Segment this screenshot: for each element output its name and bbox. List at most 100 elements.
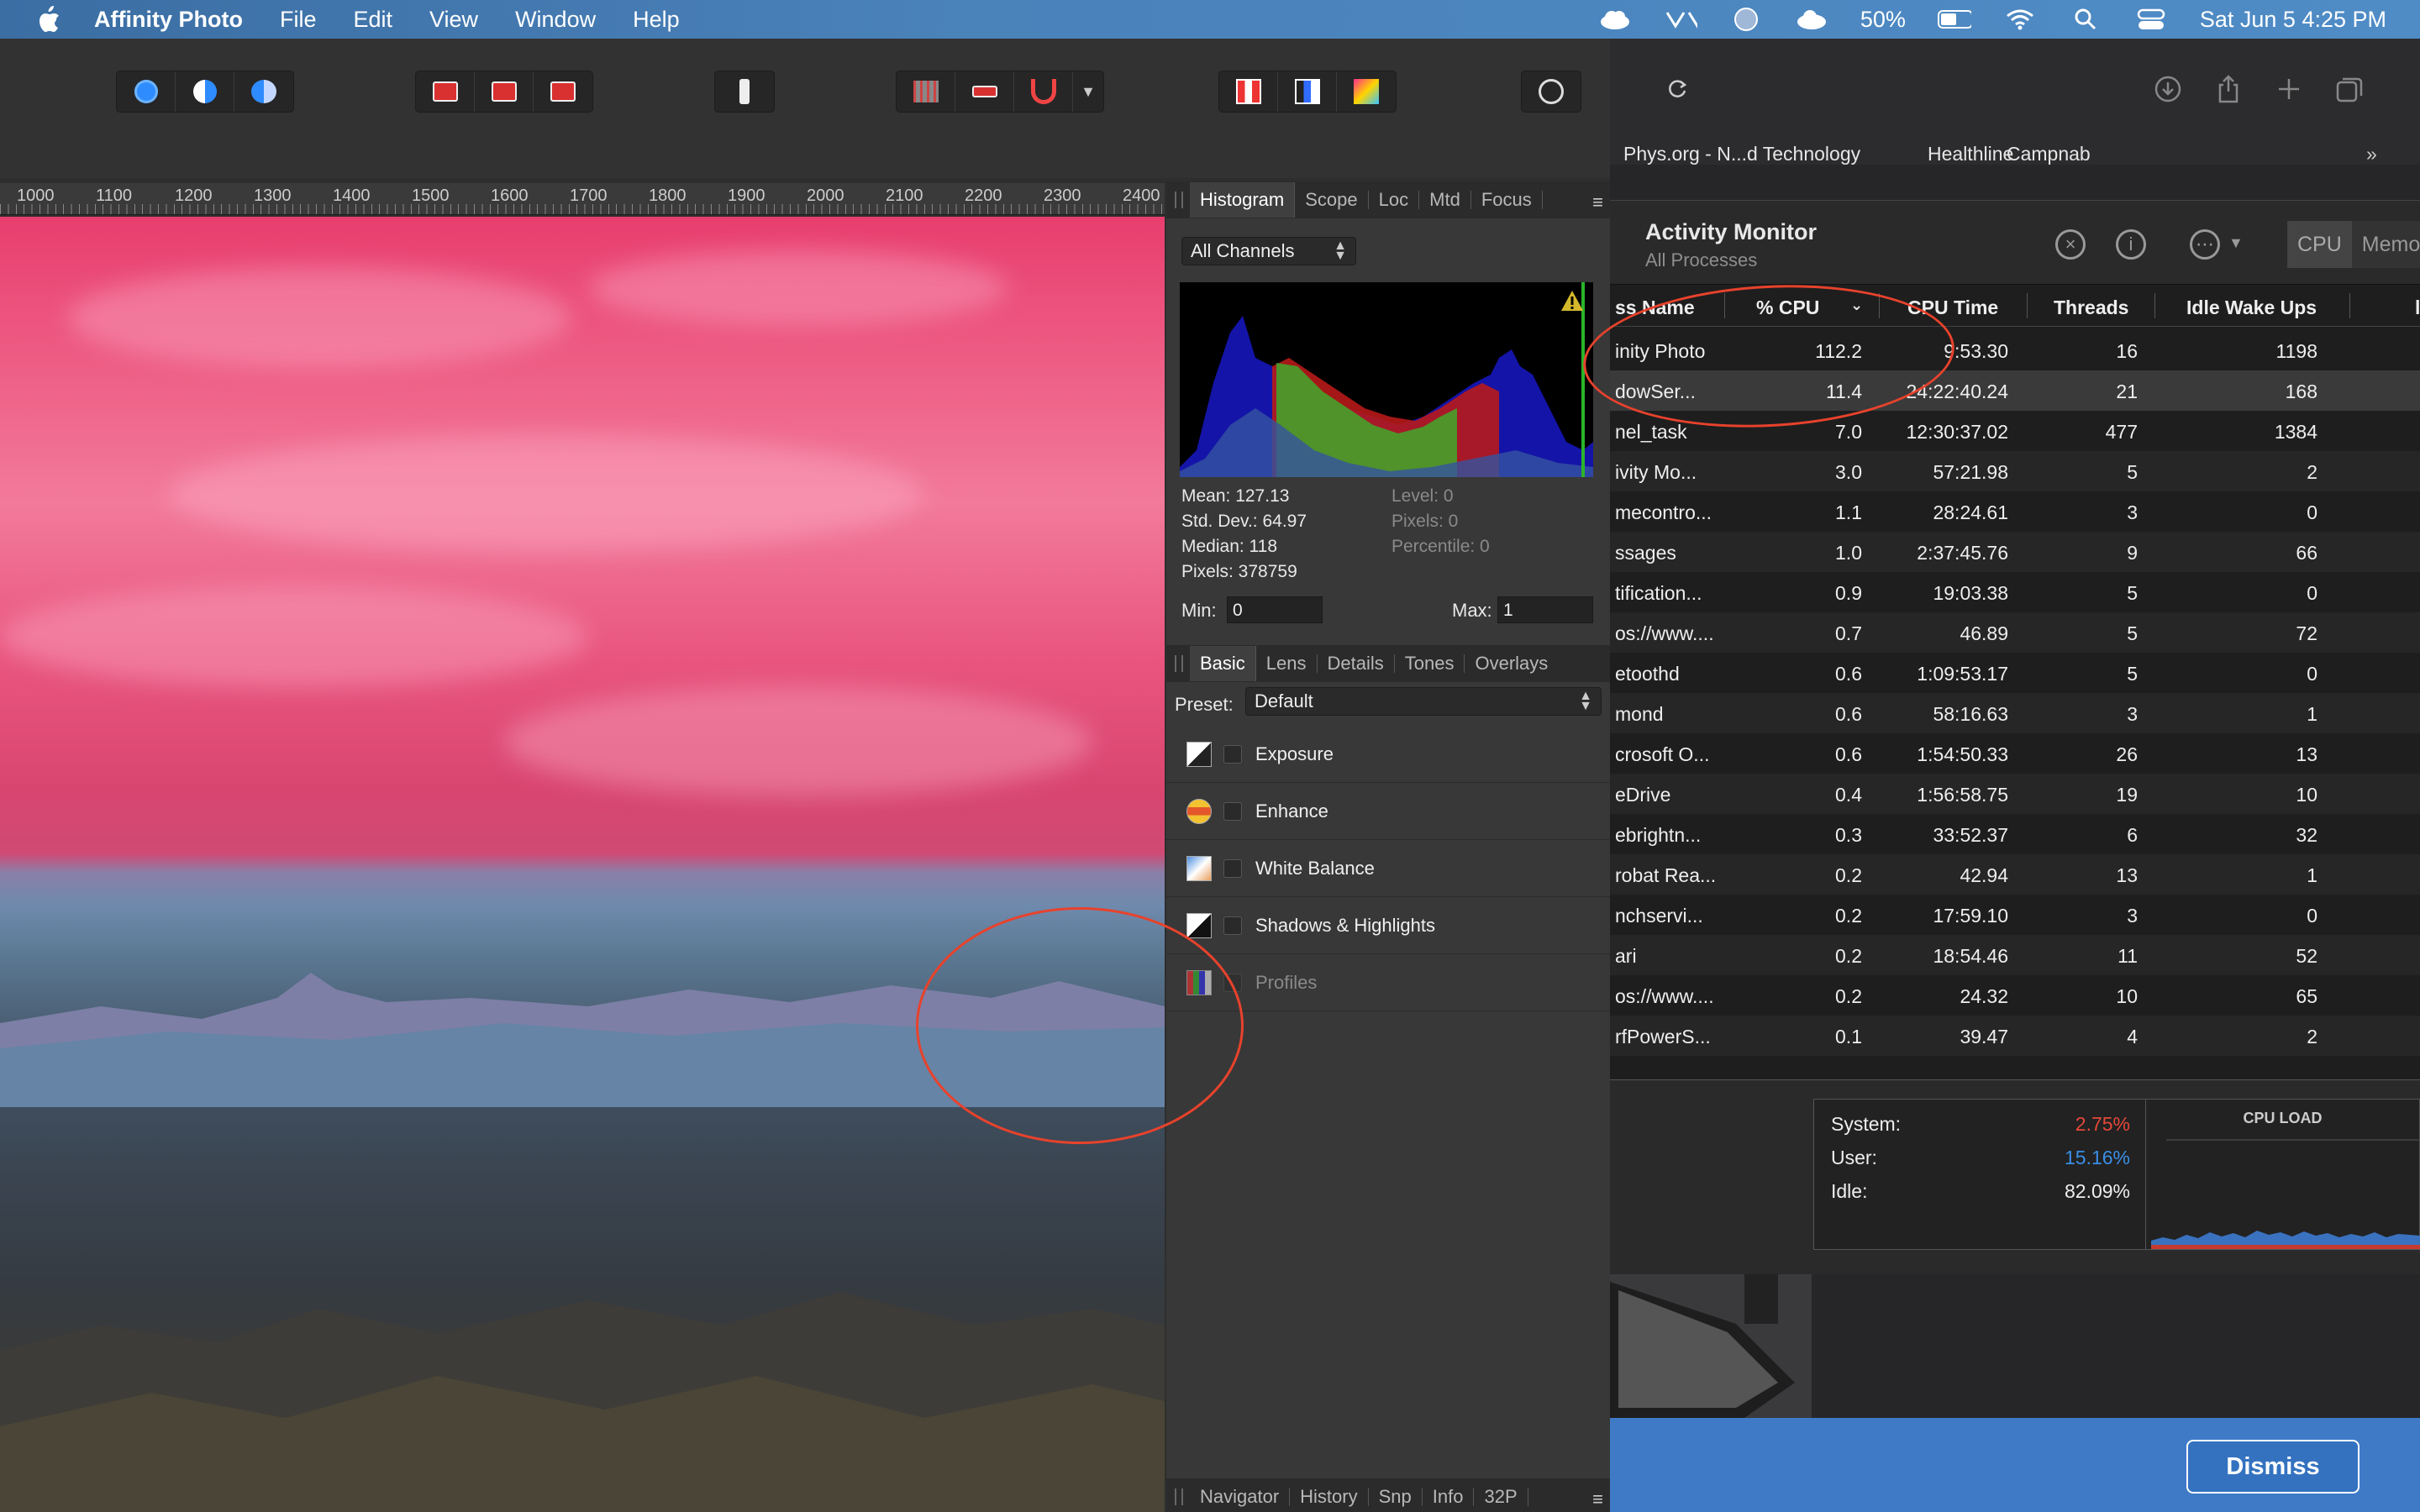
- menu-view[interactable]: View: [429, 7, 478, 33]
- download-icon[interactable]: [2151, 72, 2185, 106]
- align-button[interactable]: [955, 71, 1014, 112]
- battery-icon[interactable]: [1937, 7, 1971, 32]
- photo-canvas[interactable]: [0, 217, 1165, 1512]
- tab-info[interactable]: Info: [1423, 1488, 1475, 1506]
- column-idle-wake-ups[interactable]: Idle Wake Ups: [2186, 297, 2317, 319]
- tab-32p[interactable]: 32P: [1474, 1488, 1528, 1506]
- grid-button[interactable]: [897, 71, 955, 112]
- min-input[interactable]: 0: [1227, 596, 1323, 623]
- mirror-view-button[interactable]: [234, 71, 293, 112]
- develop-persona-button[interactable]: [1278, 71, 1337, 112]
- apple-icon[interactable]: [34, 3, 64, 36]
- panel-grip-icon[interactable]: [1175, 1488, 1183, 1505]
- cloud-sync-icon[interactable]: [1795, 7, 1828, 32]
- snapping-button[interactable]: [1014, 71, 1073, 112]
- column-more[interactable]: l: [2415, 297, 2420, 319]
- panel-grip-icon[interactable]: [1175, 655, 1183, 672]
- table-row[interactable]: ssages 1.0 2:37:45.76 9 66: [1610, 532, 2420, 572]
- adjustment-shadows-highlights[interactable]: Shadows & Highlights: [1166, 897, 1610, 954]
- table-row[interactable]: tification... 0.9 19:03.38 5 0: [1610, 572, 2420, 612]
- channel-select[interactable]: All Channels ▲ ▼: [1181, 237, 1356, 265]
- table-row[interactable]: rfPowerS... 0.1 39.47 4 2: [1610, 1016, 2420, 1056]
- adjustment-enhance[interactable]: Enhance: [1166, 783, 1610, 840]
- exposure-checkbox[interactable]: [1223, 744, 1242, 764]
- panel-menu-icon[interactable]: ≡: [1592, 192, 1603, 213]
- new-tab-icon[interactable]: [2272, 72, 2306, 106]
- pen-tool-button[interactable]: [715, 71, 774, 112]
- tab-basic[interactable]: Basic: [1190, 646, 1256, 681]
- table-row[interactable]: mond 0.6 58:16.63 3 1: [1610, 693, 2420, 733]
- table-row[interactable]: ivity Mo... 3.0 57:21.98 5 2: [1610, 451, 2420, 491]
- enhance-checkbox[interactable]: [1223, 801, 1242, 821]
- tab-memory[interactable]: Memo: [2351, 221, 2420, 268]
- shadows-highlights-checkbox[interactable]: [1223, 916, 1242, 935]
- tab-overlays[interactable]: Overlays: [1465, 654, 1558, 673]
- adjustment-white-balance[interactable]: White Balance: [1166, 840, 1610, 897]
- menu-window[interactable]: Window: [515, 7, 596, 33]
- white-balance-checkbox[interactable]: [1223, 858, 1242, 878]
- max-input[interactable]: 1: [1497, 596, 1593, 623]
- control-center-icon[interactable]: [2134, 7, 2168, 32]
- tab-navigator[interactable]: Navigator: [1190, 1488, 1291, 1506]
- glasses-icon[interactable]: [1664, 7, 1697, 32]
- app-menu[interactable]: Affinity Photo: [94, 7, 243, 33]
- table-row[interactable]: eDrive 0.4 1:56:58.75 19 10: [1610, 774, 2420, 814]
- table-row[interactable]: mecontro... 1.1 28:24.61 3 0: [1610, 491, 2420, 532]
- split-view-button[interactable]: [176, 71, 234, 112]
- tab-overview-icon[interactable]: [2333, 72, 2366, 106]
- tab-focus[interactable]: Focus: [1471, 191, 1543, 209]
- menu-edit[interactable]: Edit: [353, 7, 392, 33]
- table-row[interactable]: os://www.... 0.7 46.89 5 72: [1610, 612, 2420, 653]
- table-row[interactable]: ebrightn... 0.3 33:52.37 6 32: [1610, 814, 2420, 854]
- export-button[interactable]: [416, 71, 475, 112]
- tab-tones[interactable]: Tones: [1395, 654, 1465, 673]
- tab-scope[interactable]: Scope: [1295, 191, 1369, 209]
- photo-persona-button[interactable]: [1219, 71, 1278, 112]
- cell-threads: 5: [2127, 663, 2138, 685]
- table-row[interactable]: nchservi... 0.2 17:59.10 3 0: [1610, 895, 2420, 935]
- dismiss-button[interactable]: Dismiss: [2186, 1440, 2360, 1494]
- more-options-icon[interactable]: ⋯: [2190, 229, 2220, 260]
- cloud-icon[interactable]: [1598, 7, 1632, 32]
- tone-map-persona-button[interactable]: [1337, 71, 1396, 112]
- favorite-link[interactable]: Campnab: [2007, 143, 2091, 165]
- table-row[interactable]: os://www.... 0.2 24.32 10 65: [1610, 975, 2420, 1016]
- table-row[interactable]: etoothd 0.6 1:09:53.17 5 0: [1610, 653, 2420, 693]
- clock[interactable]: Sat Jun 5 4:25 PM: [2200, 7, 2386, 33]
- warning-icon[interactable]: [1560, 289, 1585, 312]
- adjustment-exposure[interactable]: Exposure: [1166, 726, 1610, 783]
- tab-cpu[interactable]: CPU: [2287, 221, 2352, 268]
- chevron-down-icon[interactable]: ▼: [2228, 234, 2244, 252]
- import-button[interactable]: [475, 71, 534, 112]
- tab-history[interactable]: History: [1290, 1488, 1369, 1506]
- panel-grip-icon[interactable]: [1175, 192, 1183, 208]
- tab-histogram[interactable]: Histogram: [1190, 182, 1296, 218]
- single-view-button[interactable]: [117, 71, 176, 112]
- favorite-link[interactable]: Healthline: [1928, 143, 2013, 165]
- menu-file[interactable]: File: [280, 7, 317, 33]
- table-row[interactable]: robat Rea... 0.2 42.94 13 1: [1610, 854, 2420, 895]
- favorite-link[interactable]: Phys.org - N...d Technology: [1623, 143, 1860, 165]
- table-row[interactable]: ari 0.2 18:54.46 11 52: [1610, 935, 2420, 975]
- tab-details[interactable]: Details: [1318, 654, 1395, 673]
- menu-help[interactable]: Help: [633, 7, 680, 33]
- tab-lens[interactable]: Lens: [1256, 654, 1318, 673]
- chevron-right-icon[interactable]: »: [2366, 143, 2377, 165]
- table-row[interactable]: crosoft O... 0.6 1:54:50.33 26 13: [1610, 733, 2420, 774]
- panel-menu-icon[interactable]: ≡: [1592, 1488, 1603, 1510]
- account-button[interactable]: [1522, 71, 1581, 112]
- search-icon[interactable]: [2069, 7, 2102, 32]
- snapping-dropdown[interactable]: ▼: [1073, 71, 1103, 112]
- wifi-icon[interactable]: [2003, 7, 2037, 32]
- preset-select[interactable]: Default ▲ ▼: [1245, 687, 1602, 716]
- globe-icon[interactable]: [1729, 7, 1763, 32]
- share-icon[interactable]: [2212, 72, 2245, 106]
- info-icon[interactable]: i: [2116, 229, 2146, 260]
- tab-snapshots[interactable]: Snp: [1369, 1488, 1423, 1506]
- tab-loc[interactable]: Loc: [1369, 191, 1420, 209]
- swap-button[interactable]: [534, 71, 592, 112]
- column-threads[interactable]: Threads: [2054, 297, 2128, 319]
- stop-process-icon[interactable]: ×: [2055, 229, 2086, 260]
- tab-mtd[interactable]: Mtd: [1419, 191, 1471, 209]
- reload-icon[interactable]: [1660, 72, 1694, 106]
